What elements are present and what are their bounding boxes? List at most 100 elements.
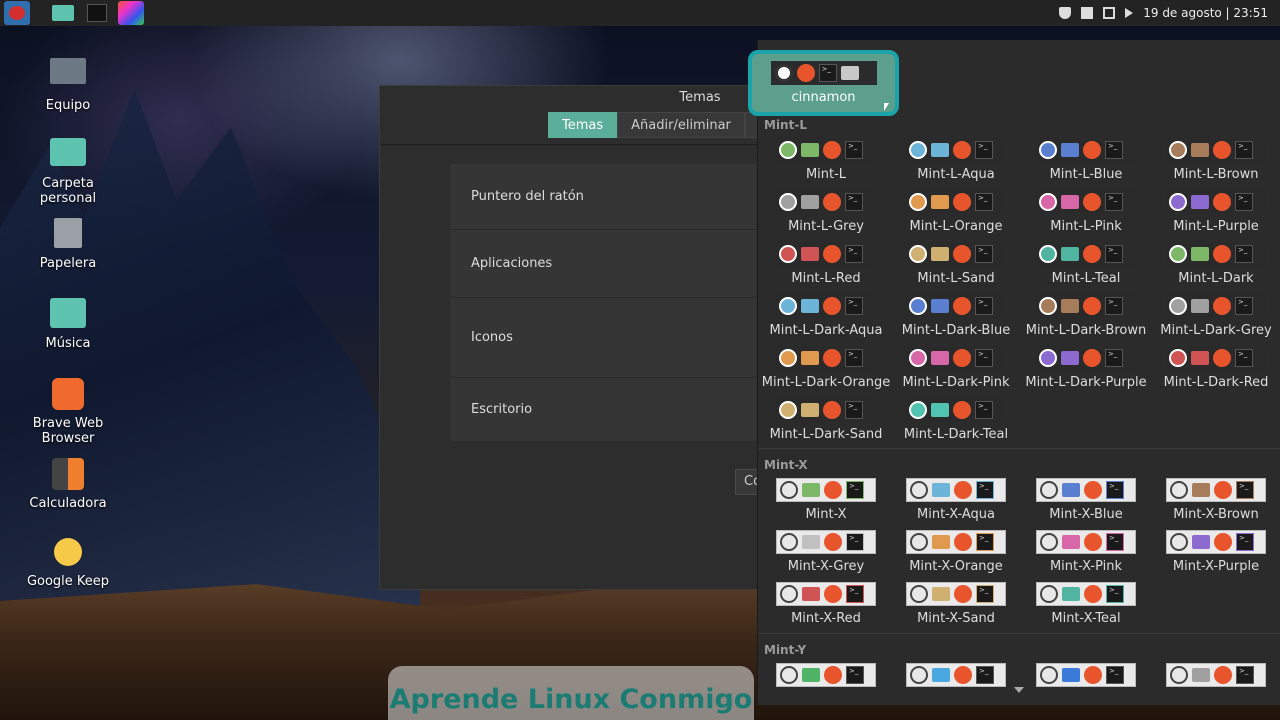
theme-tile-label: Mint-L-Dark-Red: [1163, 375, 1269, 390]
theme-tile-mint-x-purple[interactable]: >_ Mint-X-Purple: [1151, 530, 1280, 582]
theme-picker-popup[interactable]: Mint-L >_ Mint-L >_ Mint-L-Aqua >_ Mint-L-Blue…: [757, 40, 1280, 705]
theme-tile-mint-l-aqua[interactable]: >_ Mint-L-Aqua: [891, 138, 1021, 190]
theme-tile-mint-x-brown[interactable]: >_ Mint-X-Brown: [1151, 478, 1280, 530]
scroll-down-arrow-icon[interactable]: [1014, 687, 1024, 693]
theme-tile-mint-l-pink[interactable]: >_ Mint-L-Pink: [1021, 190, 1151, 242]
folder-icon: [1061, 351, 1079, 365]
theme-tile-mint-l-sand[interactable]: >_ Mint-L-Sand: [891, 242, 1021, 294]
row-puntero[interactable]: Puntero del ratón: [450, 164, 780, 230]
terminal-icon: >_: [1236, 666, 1254, 684]
theme-tile-mint-x-red[interactable]: >_ Mint-X-Red: [761, 582, 891, 634]
theme-tile[interactable]: >_: [891, 663, 1021, 705]
mint-logo-icon: [780, 666, 798, 684]
desktop-icon-papelera[interactable]: Papelera: [18, 218, 118, 271]
theme-tile-label: Mint-X: [805, 507, 847, 522]
folder-icon: [801, 247, 819, 261]
theme-preview: >_: [906, 478, 1006, 502]
theme-tile-mint-l[interactable]: >_ Mint-L: [761, 138, 891, 190]
brave-icon: [52, 378, 84, 410]
theme-tile-label: Mint-X-Grey: [787, 559, 865, 574]
theme-tile-mint-l-dark-purple[interactable]: >_ Mint-L-Dark-Purple: [1021, 346, 1151, 398]
terminal-icon: >_: [975, 141, 993, 159]
theme-tile-mint-l-dark-brown[interactable]: >_ Mint-L-Dark-Brown: [1021, 294, 1151, 346]
mint-logo-icon: [910, 481, 928, 499]
desktop-icon-equipo[interactable]: Equipo: [18, 58, 118, 113]
theme-tile-mint-l-dark-orange[interactable]: >_ Mint-L-Dark-Orange: [761, 346, 891, 398]
theme-tile[interactable]: >_: [761, 663, 891, 705]
mint-logo-icon: [780, 533, 798, 551]
theme-preview: >_: [1036, 663, 1136, 687]
terminal-icon: >_: [1105, 193, 1123, 211]
theme-tile-mint-x-blue[interactable]: >_ Mint-X-Blue: [1021, 478, 1151, 530]
row-escritorio[interactable]: Escritorio: [450, 378, 780, 442]
menu-icon[interactable]: [4, 1, 30, 25]
theme-tile[interactable]: >_: [1151, 663, 1280, 705]
theme-tile-mint-l-dark[interactable]: >_ Mint-L-Dark: [1151, 242, 1280, 294]
theme-tile-mint-x-grey[interactable]: >_ Mint-X-Grey: [761, 530, 891, 582]
folder-icon: [1062, 535, 1080, 549]
network-icon[interactable]: [1103, 7, 1116, 19]
desktop-icon-label: Música: [45, 336, 91, 351]
theme-tile-mint-l-orange[interactable]: >_ Mint-L-Orange: [891, 190, 1021, 242]
terminal-icon: >_: [1105, 245, 1123, 263]
theme-tile-mint-l-dark-aqua[interactable]: >_ Mint-L-Dark-Aqua: [761, 294, 891, 346]
files-icon[interactable]: [50, 1, 76, 25]
theme-tile[interactable]: >_: [1021, 663, 1151, 705]
folder-icon: [1191, 351, 1209, 365]
theme-preview: >_: [776, 530, 876, 554]
theme-tile-label: Mint-L-Dark-Orange: [761, 375, 891, 390]
desktop-icon-musica[interactable]: Música: [18, 298, 118, 351]
row-aplicaciones[interactable]: Aplicaciones: [450, 230, 780, 298]
folder-icon: [931, 299, 949, 313]
theme-tile-mint-l-dark-sand[interactable]: >_ Mint-L-Dark-Sand: [761, 398, 891, 450]
theme-tile-mint-l-dark-pink[interactable]: >_ Mint-L-Dark-Pink: [891, 346, 1021, 398]
desktop-icon-brave[interactable]: Brave Web Browser: [18, 378, 118, 446]
desktop-icon-keep[interactable]: Google Keep: [18, 538, 118, 589]
theme-tile-mint-l-dark-teal[interactable]: >_ Mint-L-Dark-Teal: [891, 398, 1021, 450]
theme-tile-mint-x-teal[interactable]: >_ Mint-X-Teal: [1021, 582, 1151, 634]
firefox-icon: [953, 297, 971, 315]
theme-tile-cinnamon[interactable]: >_ cinnamon: [748, 50, 899, 116]
theme-tile-mint-x-aqua[interactable]: >_ Mint-X-Aqua: [891, 478, 1021, 530]
volume-icon[interactable]: [1125, 8, 1134, 18]
folder-icon: [1191, 143, 1209, 157]
theme-tile-mint-l-blue[interactable]: >_ Mint-L-Blue: [1021, 138, 1151, 190]
desktop-icon-carpeta[interactable]: Carpeta personal: [18, 138, 118, 206]
clock[interactable]: 19 de agosto | 23:51: [1143, 6, 1268, 20]
theme-tile-mint-l-purple[interactable]: >_ Mint-L-Purple: [1151, 190, 1280, 242]
terminal-icon: >_: [1235, 141, 1253, 159]
theme-tile-mint-x[interactable]: >_ Mint-X: [761, 478, 891, 530]
theme-preview: >_: [1036, 346, 1136, 370]
theme-tile-mint-x-sand[interactable]: >_ Mint-X-Sand: [891, 582, 1021, 634]
tab-temas[interactable]: Temas: [548, 112, 618, 138]
mint-logo-icon: [909, 141, 927, 159]
printer-icon[interactable]: [1081, 7, 1094, 19]
terminal-icon[interactable]: [84, 1, 110, 25]
terminal-icon: >_: [845, 141, 863, 159]
color-icon[interactable]: [118, 1, 144, 25]
theme-tile-label: Mint-L-Grey: [788, 219, 864, 234]
terminal-icon: >_: [1236, 481, 1254, 499]
desktop-icon-calculadora[interactable]: Calculadora: [18, 458, 118, 511]
folder-icon: [931, 403, 949, 417]
section-label-mint-y: Mint-Y: [764, 643, 807, 657]
row-iconos[interactable]: Iconos: [450, 298, 780, 378]
mint-logo-icon: [779, 141, 797, 159]
theme-tile-mint-l-dark-blue[interactable]: >_ Mint-L-Dark-Blue: [891, 294, 1021, 346]
theme-tile-mint-l-teal[interactable]: >_ Mint-L-Teal: [1021, 242, 1151, 294]
mint-logo-icon: [910, 585, 928, 603]
theme-preview: >_: [1036, 530, 1136, 554]
mint-logo-icon: [909, 193, 927, 211]
row-label: Aplicaciones: [471, 256, 553, 271]
theme-tile-mint-l-brown[interactable]: >_ Mint-L-Brown: [1151, 138, 1280, 190]
theme-tile-mint-l-grey[interactable]: >_ Mint-L-Grey: [761, 190, 891, 242]
theme-tile-mint-l-red[interactable]: >_ Mint-L-Red: [761, 242, 891, 294]
theme-tile-mint-l-dark-grey[interactable]: >_ Mint-L-Dark-Grey: [1151, 294, 1280, 346]
theme-tile-mint-l-dark-red[interactable]: >_ Mint-L-Dark-Red: [1151, 346, 1280, 398]
theme-tile-mint-x-orange[interactable]: >_ Mint-X-Orange: [891, 530, 1021, 582]
folder-icon: [931, 143, 949, 157]
theme-tile-mint-x-pink[interactable]: >_ Mint-X-Pink: [1021, 530, 1151, 582]
shield-icon[interactable]: [1059, 7, 1072, 19]
tab-anadir-eliminar[interactable]: Añadir/eliminar: [617, 112, 745, 138]
terminal-icon: >_: [1235, 297, 1253, 315]
